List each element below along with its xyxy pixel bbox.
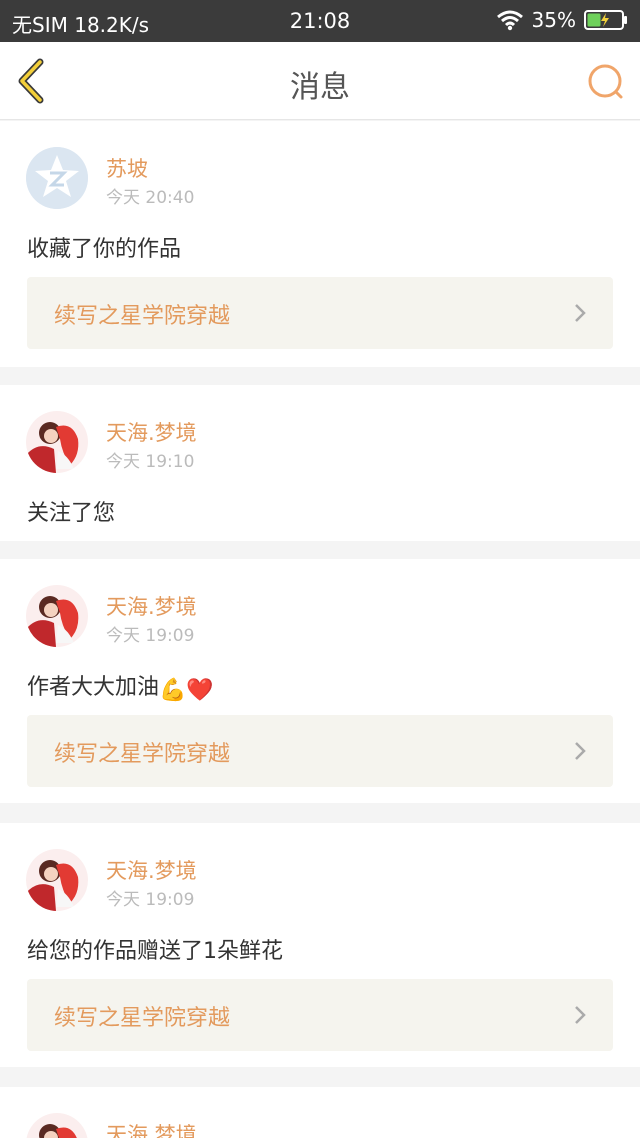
message-time: 今天 19:10 xyxy=(106,452,195,472)
message-text-body: 作者大大加油 xyxy=(27,675,160,700)
message-card: 天海.梦境 今天 19:10 关注了您 xyxy=(0,385,640,541)
work-title: 续写之星学院穿越 xyxy=(54,1006,231,1031)
work-link[interactable]: 续写之星学院穿越 xyxy=(27,715,613,787)
emoji-muscle-heart-icon: 💪❤️ xyxy=(159,678,214,703)
status-right: 35% xyxy=(496,8,628,32)
message-time: 今天 19:09 xyxy=(106,626,195,646)
work-title: 续写之星学院穿越 xyxy=(54,304,231,329)
anime-avatar-icon xyxy=(26,411,88,473)
battery-percent: 35% xyxy=(531,8,576,32)
anime-avatar-icon xyxy=(26,849,88,911)
sender-name[interactable]: 天海.梦境 xyxy=(106,855,197,885)
default-avatar-icon xyxy=(26,147,88,209)
chevron-right-icon xyxy=(575,304,586,322)
sender-name[interactable]: 天海.梦境 xyxy=(106,591,197,621)
avatar[interactable] xyxy=(26,849,88,911)
avatar[interactable] xyxy=(26,585,88,647)
work-link[interactable]: 续写之星学院穿越 xyxy=(27,979,613,1051)
message-text: 作者大大加油💪❤️ xyxy=(27,669,214,703)
anime-avatar-icon xyxy=(26,585,88,647)
message-card: 天海.梦境 xyxy=(0,1087,640,1138)
avatar[interactable] xyxy=(26,1113,88,1138)
battery-icon xyxy=(584,10,627,30)
status-bar: 无SIM 18.2K/s 21:08 35% xyxy=(0,0,640,42)
message-text: 关注了您 xyxy=(27,501,116,526)
message-card: 天海.梦境 今天 19:09 作者大大加油💪❤️ 续写之星学院穿越 xyxy=(0,559,640,803)
message-text: 收藏了你的作品 xyxy=(27,237,182,262)
nav-bar: 消息 xyxy=(0,42,640,120)
search-icon[interactable] xyxy=(586,62,626,102)
work-title: 续写之星学院穿越 xyxy=(54,742,231,767)
avatar[interactable] xyxy=(26,147,88,209)
sender-name[interactable]: 苏坡 xyxy=(106,153,148,183)
sender-name[interactable]: 天海.梦境 xyxy=(106,1119,197,1138)
work-link[interactable]: 续写之星学院穿越 xyxy=(27,277,613,349)
sender-name[interactable]: 天海.梦境 xyxy=(106,417,197,447)
page-title: 消息 xyxy=(290,70,350,105)
avatar[interactable] xyxy=(26,411,88,473)
message-time: 今天 20:40 xyxy=(106,188,195,208)
wifi-icon xyxy=(496,10,523,31)
message-time: 今天 19:09 xyxy=(106,890,195,910)
chevron-right-icon xyxy=(575,1006,586,1024)
message-card: 天海.梦境 今天 19:09 给您的作品赠送了1朵鲜花 续写之星学院穿越 xyxy=(0,823,640,1067)
chevron-right-icon xyxy=(575,742,586,760)
message-text: 给您的作品赠送了1朵鲜花 xyxy=(27,939,283,964)
anime-avatar-icon xyxy=(26,1113,88,1138)
message-card: 苏坡 今天 20:40 收藏了你的作品 续写之星学院穿越 xyxy=(0,121,640,367)
